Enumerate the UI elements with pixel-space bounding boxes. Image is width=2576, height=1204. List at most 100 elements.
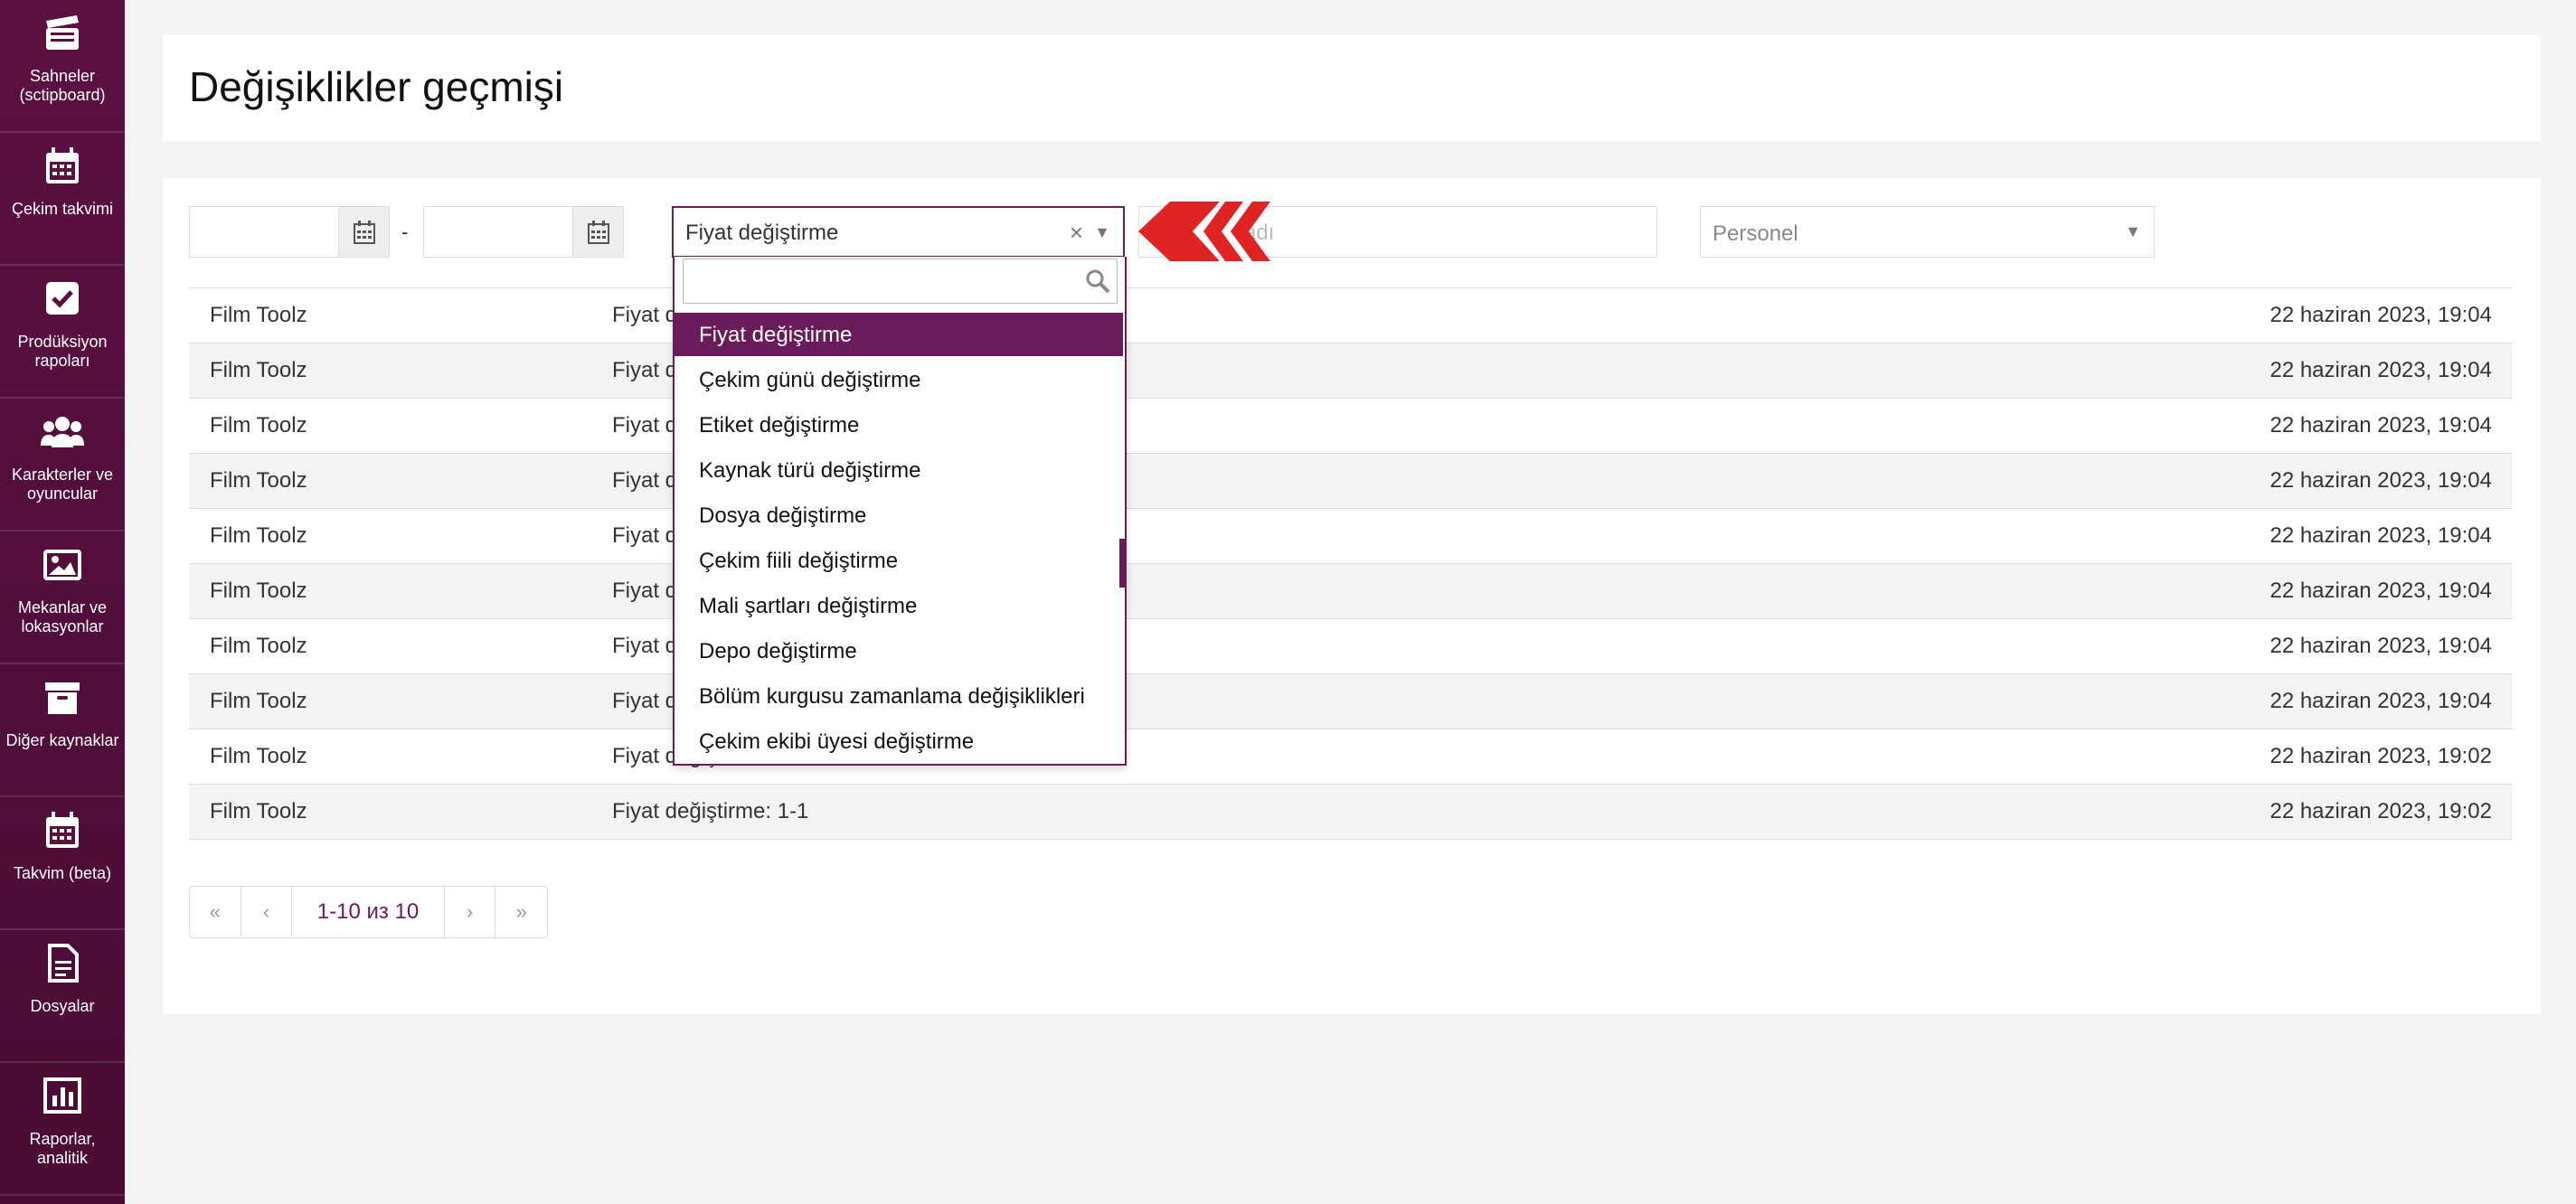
table-row: Film Toolz Fiyat d 22 haziran 2023, 19:04: [189, 343, 2513, 398]
table-row: Film Toolz Fiyat d 22 haziran 2023, 19:04: [189, 508, 2513, 563]
user-cell: Film Toolz: [210, 358, 307, 382]
image-icon: [0, 544, 125, 586]
double-chevron-right-icon: »: [515, 900, 527, 923]
user-cell: Film Toolz: [210, 799, 307, 823]
table-row: Film Toolz Fiyat değiştirme: 1-1 22 hazira…: [189, 784, 2513, 839]
next-page-button[interactable]: ›: [445, 887, 496, 937]
option-label: Çekim ekibi üyesi değiştirme: [699, 729, 975, 754]
action-cell: Fiyat değiştirme: 1-1: [612, 799, 809, 823]
dropdown-option[interactable]: Çekim günü değiştirme: [675, 358, 1123, 401]
table-row: Film Toolz Fiyat d 22 haziran 2023, 19:04: [189, 287, 2513, 343]
user-cell: Film Toolz: [210, 578, 307, 603]
prev-page-button[interactable]: ‹: [241, 887, 293, 937]
sidebar-item-label: Prodüksiyon rapoları: [17, 333, 108, 370]
sidebar-item-calendar-beta[interactable]: Takvim (beta): [0, 797, 125, 930]
dropdown-option[interactable]: Kaynak türü değiştirme: [675, 448, 1123, 492]
dropdown-option[interactable]: Bölüm kurgusu zamanlama değişiklikleri: [675, 674, 1123, 718]
user-cell: Film Toolz: [210, 689, 307, 713]
table-row: Film ToolzFiyat değiştirme: 1-122 hazira…: [189, 729, 2513, 784]
sidebar-item-locations[interactable]: Mekanlar ve lokasyonlar: [0, 531, 125, 664]
sidebar-item-label: Diğer kaynaklar: [5, 731, 119, 749]
bar-chart-icon: [0, 1076, 125, 1117]
option-label: Dosya değiştirme: [699, 503, 867, 528]
action-cell: Fiyat d: [612, 468, 678, 493]
change-type-select[interactable]: Fiyat değiştirme × ▼: [672, 206, 1125, 258]
last-page-button[interactable]: »: [495, 887, 547, 937]
user-cell: Film Toolz: [210, 744, 307, 768]
sidebar-item-scenes[interactable]: Sahneler (sctipboard): [0, 0, 125, 133]
sidebar-item-label: Dosyalar: [30, 997, 95, 1015]
table-row: Film Toolz Fiyat d 22 haziran 2023, 19:04: [189, 618, 2513, 673]
sidebar-item-files[interactable]: Dosyalar: [0, 930, 125, 1063]
option-label: Fiyat değiştirme: [699, 323, 853, 347]
calendar-icon: [587, 220, 609, 244]
search-icon: [1086, 269, 1110, 294]
option-label: Mali şartları değiştirme: [699, 594, 918, 618]
dropdown-option[interactable]: Mali şartları değiştirme: [675, 584, 1123, 627]
sidebar-item-label: Mekanlar ve lokasyonlar: [17, 598, 108, 635]
dropdown-option[interactable]: Çekim fiili değiştirme: [675, 539, 1123, 582]
calendar-icon: [353, 220, 375, 244]
dropdown-scrollbar[interactable]: [1119, 539, 1125, 588]
date-cell: 22 haziran 2023, 19:04: [2269, 634, 2492, 658]
calendar-icon: [0, 810, 125, 851]
staff-select[interactable]: Personel ▼: [1700, 206, 2155, 258]
clear-icon[interactable]: ×: [1070, 219, 1083, 247]
date-from-input[interactable]: [189, 206, 339, 258]
date-cell: 22 haziran 2023, 19:02: [2269, 799, 2492, 823]
sidebar-item-label: Raporlar, analitik: [29, 1130, 96, 1167]
action-cell: Fiyat d: [612, 523, 678, 548]
date-cell: 22 haziran 2023, 19:04: [2269, 358, 2492, 382]
date-cell: 22 haziran 2023, 19:04: [2269, 578, 2492, 603]
history-table: Film Toolz Fiyat d 22 haziran 2023, 19:04 …: [189, 287, 2513, 840]
page-header: Değişiklikler geçmişi: [163, 35, 2541, 141]
dropdown-search-input[interactable]: [683, 259, 1118, 304]
first-page-button[interactable]: «: [190, 887, 241, 937]
sidebar-item-production-reports[interactable]: Prodüksiyon rapoları: [0, 266, 125, 399]
option-label: Çekim günü değiştirme: [699, 368, 921, 392]
date-to-calendar-button[interactable]: [573, 206, 624, 258]
sidebar-item-label: Sahneler (sctipboard): [19, 67, 106, 104]
dropdown-option[interactable]: Fiyat değiştirme: [675, 313, 1123, 356]
action-cell: Fiyat d: [612, 413, 678, 437]
date-cell: 22 haziran 2023, 19:04: [2269, 303, 2492, 327]
page-title: Değişiklikler geçmişi: [189, 63, 564, 110]
sidebar-item-shooting-schedule[interactable]: Çekim takvimi: [0, 133, 125, 266]
option-label: Etiket değiştirme: [699, 413, 860, 437]
user-cell: Film Toolz: [210, 634, 307, 658]
staff-placeholder: Personel: [1713, 221, 1798, 246]
action-cell: Fiyat d: [612, 303, 678, 327]
clapperboard-icon: [0, 13, 125, 54]
sidebar: Sahneler (sctipboard) Çekim takvimi Prod…: [0, 0, 125, 1204]
table-divider: [189, 839, 2513, 840]
dropdown-option[interactable]: Dosya değiştirme: [675, 494, 1123, 537]
date-cell: 22 haziran 2023, 19:04: [2269, 413, 2492, 437]
date-from-calendar-button[interactable]: [339, 206, 390, 258]
table-row: Film Toolz Fiyat d 22 haziran 2023, 19:04: [189, 673, 2513, 729]
table-row: Film Toolz Fiyat d 22 haziran 2023, 19:04: [189, 453, 2513, 508]
chevron-down-icon[interactable]: ▼: [1094, 223, 1110, 242]
user-cell: Film Toolz: [210, 523, 307, 548]
sidebar-item-other-resources[interactable]: Diğer kaynaklar: [0, 664, 125, 797]
option-label: Kaynak türü değiştirme: [699, 458, 921, 483]
action-cell: Fiyat d: [612, 634, 678, 658]
user-cell: Film Toolz: [210, 468, 307, 493]
dropdown-option[interactable]: Etiket değiştirme: [675, 403, 1123, 447]
option-label: Bölüm kurgusu zamanlama değişiklikleri: [699, 684, 1085, 709]
users-icon: [0, 411, 125, 453]
document-icon: [0, 943, 125, 984]
chevron-down-icon[interactable]: ▼: [2125, 222, 2141, 241]
change-type-dropdown: Fiyat değiştirme Çekim günü değiştirme E…: [673, 257, 1127, 766]
user-cell: Film Toolz: [210, 303, 307, 327]
date-to-input[interactable]: [423, 206, 573, 258]
dropdown-option[interactable]: Çekim ekibi üyesi değiştirme: [675, 720, 1123, 763]
action-cell: Fiyat d: [612, 358, 678, 382]
action-cell: Fiyat d: [612, 689, 678, 713]
sidebar-item-label: Çekim takvimi: [11, 200, 113, 218]
chevron-right-icon: ›: [467, 900, 474, 923]
dropdown-option[interactable]: Depo değiştirme: [675, 629, 1123, 673]
chevron-left-icon: ‹: [262, 900, 270, 923]
sidebar-item-characters[interactable]: Karakterler ve oyuncular: [0, 399, 125, 531]
page-info: 1-10 из 10: [292, 887, 445, 937]
sidebar-item-reports[interactable]: Raporlar, analitik: [0, 1063, 125, 1196]
